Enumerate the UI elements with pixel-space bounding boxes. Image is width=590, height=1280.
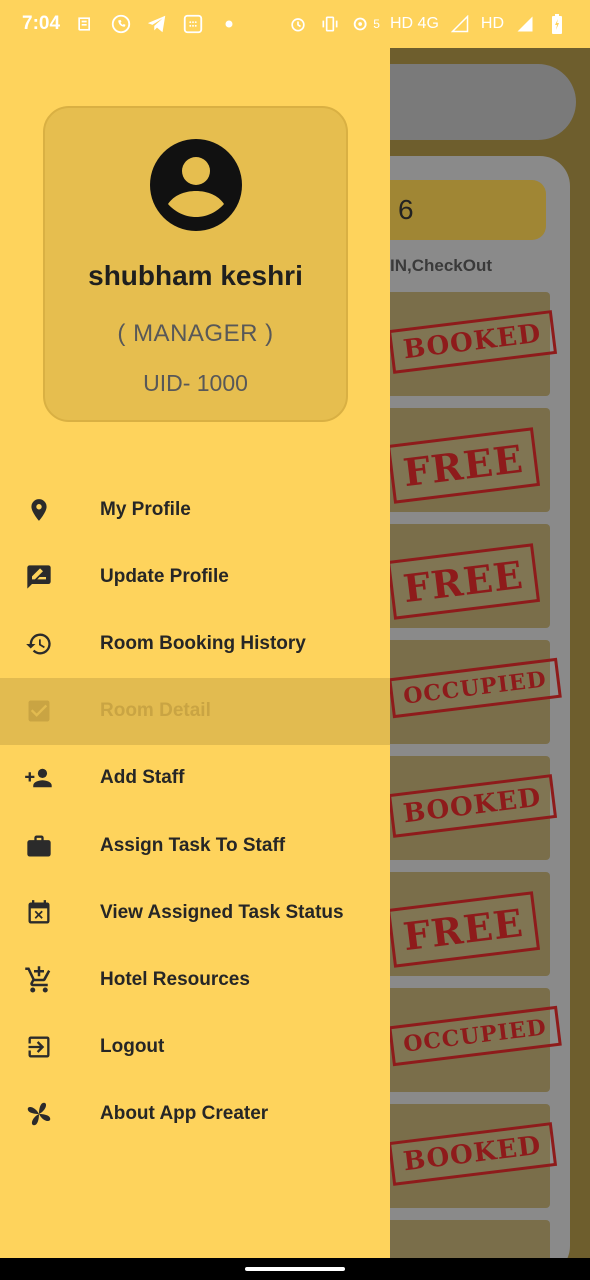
rate-review-icon xyxy=(24,562,54,592)
home-gesture-handle[interactable] xyxy=(245,1267,345,1271)
room-status-stamp: OCCUPIED xyxy=(390,657,562,719)
exit-to-app-icon xyxy=(24,1032,54,1062)
signal-icon xyxy=(449,13,471,35)
profile-uid: UID- 1000 xyxy=(143,370,248,396)
hotspot-icon xyxy=(351,13,373,35)
pinwheel-icon xyxy=(24,1099,54,1129)
menu-item-update-profile[interactable]: Update Profile xyxy=(0,543,390,610)
menu-item-about-app-creater[interactable]: About App Creater xyxy=(0,1081,390,1148)
alarm-icon xyxy=(287,13,309,35)
menu-item-room-detail[interactable]: Room Detail xyxy=(0,677,390,745)
room-row: BOOKED xyxy=(390,292,557,396)
menu-label: Add Staff xyxy=(100,767,185,789)
whatsapp-icon xyxy=(110,13,132,35)
background-count-pill: 6 xyxy=(390,180,546,240)
menu-label: Logout xyxy=(100,1036,165,1058)
profile-card[interactable]: shubham keshri ( MANAGER ) UID- 1000 xyxy=(43,106,348,422)
profile-name: shubham keshri xyxy=(88,260,303,291)
account-circle-icon xyxy=(149,138,243,232)
menu-label: Update Profile xyxy=(100,565,229,587)
background-app: 6 IN,CheckOut BOOKED FREE FREE OCCUPIED … xyxy=(390,48,590,1258)
menu-label: View Assigned Task Status xyxy=(100,901,344,923)
menu-label: About App Creater xyxy=(100,1103,269,1125)
room-status-stamp: FREE xyxy=(390,427,540,504)
signal-icon-2 xyxy=(514,13,536,35)
dot-icon xyxy=(218,13,240,35)
menu-item-assign-task[interactable]: Assign Task To Staff xyxy=(0,812,390,879)
check-box-icon xyxy=(24,696,54,726)
location-pin-icon xyxy=(24,495,54,525)
room-row: BOOKED xyxy=(390,756,557,860)
profile-role: ( MANAGER ) xyxy=(117,320,274,347)
calculator-icon xyxy=(182,13,204,35)
background-search-bar xyxy=(390,64,576,140)
menu-item-my-profile[interactable]: My Profile xyxy=(0,476,390,543)
navigation-drawer: shubham keshri ( MANAGER ) UID- 1000 My … xyxy=(0,48,390,1258)
status-time: 7:04 xyxy=(22,13,61,34)
drawer-menu: My Profile Update Profile Room Booking H… xyxy=(0,476,390,1148)
event-busy-icon xyxy=(24,898,54,928)
system-nav-bar xyxy=(0,1258,590,1280)
menu-label: Room Detail xyxy=(100,700,211,722)
room-row: OCCUPIED xyxy=(390,640,562,744)
room-row: FREE xyxy=(390,408,550,512)
network-label-2: HD xyxy=(480,15,504,32)
background-subheading: IN,CheckOut xyxy=(390,256,493,275)
room-row: BOOKED xyxy=(390,1104,557,1208)
menu-label: Hotel Resources xyxy=(100,968,250,990)
menu-item-view-task-status[interactable]: View Assigned Task Status xyxy=(0,879,390,946)
vibrate-icon xyxy=(319,13,341,35)
room-status-stamp: FREE xyxy=(390,543,540,620)
room-status-stamp: FREE xyxy=(390,891,540,968)
room-row xyxy=(390,1220,550,1258)
person-add-icon xyxy=(24,763,54,793)
room-row: FREE xyxy=(390,524,550,628)
menu-item-logout[interactable]: Logout xyxy=(0,1014,390,1081)
news-icon xyxy=(74,13,96,35)
background-count: 6 xyxy=(398,194,414,225)
menu-item-hotel-resources[interactable]: Hotel Resources xyxy=(0,946,390,1013)
menu-label: My Profile xyxy=(100,498,191,520)
add-shopping-cart-icon xyxy=(24,965,54,995)
battery-icon xyxy=(546,13,568,35)
briefcase-icon xyxy=(24,831,54,861)
network-label: HD 4G xyxy=(389,15,439,32)
hotspot-count: 5 xyxy=(373,17,380,31)
menu-label: Room Booking History xyxy=(100,632,306,654)
room-status-stamp: OCCUPIED xyxy=(390,1005,562,1067)
room-row: OCCUPIED xyxy=(390,988,562,1092)
room-status-stamp: BOOKED xyxy=(390,774,557,838)
menu-item-room-booking-history[interactable]: Room Booking History xyxy=(0,610,390,677)
room-status-stamp: BOOKED xyxy=(390,1122,557,1186)
room-row: FREE xyxy=(390,872,550,976)
menu-item-add-staff[interactable]: Add Staff xyxy=(0,745,390,812)
room-status-stamp: BOOKED xyxy=(390,310,557,374)
status-bar: 7:04 5 HD 4G HD xyxy=(0,0,590,48)
history-icon xyxy=(24,629,54,659)
menu-label: Assign Task To Staff xyxy=(100,834,286,856)
telegram-icon xyxy=(146,13,168,35)
